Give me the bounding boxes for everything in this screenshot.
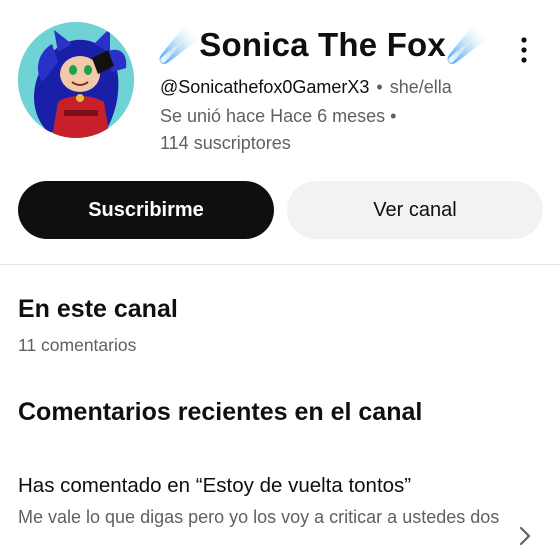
comments-count: 11 comentarios [18, 335, 137, 355]
channel-handle: @Sonicathefox0GamerX3 [160, 77, 370, 97]
subscribe-button[interactable]: Suscribirme [18, 181, 274, 239]
channel-preview-sheet: ☄️Sonica The Fox☄️ @Sonicathefox0GamerX3… [0, 0, 560, 560]
view-channel-button[interactable]: Ver canal [287, 181, 543, 239]
recent-comments-title: Comentarios recientes en el canal [18, 398, 423, 426]
channel-subscribers: 114 suscriptores [160, 133, 291, 153]
divider [0, 264, 560, 265]
avatar-image [18, 22, 134, 138]
comment-title: Has comentado en “Estoy de vuelta tontos… [18, 474, 412, 497]
channel-pronouns: she/ella [389, 77, 452, 97]
separator-dot: • [376, 77, 383, 97]
comment-list-item[interactable]: Has comentado en “Estoy de vuelta tontos… [0, 460, 560, 560]
channel-handle-line: @Sonicathefox0GamerX3 • she/ella [160, 77, 452, 98]
chevron-right-icon [516, 525, 534, 547]
channel-avatar[interactable] [18, 22, 134, 138]
channel-title: ☄️Sonica The Fox☄️ [158, 26, 488, 63]
more-vertical-icon[interactable] [512, 34, 536, 66]
channel-joined: Se unió hace Hace 6 meses • [160, 106, 397, 126]
comment-body: Me vale lo que digas pero yo los voy a c… [18, 507, 500, 527]
about-section-title: En este canal [18, 295, 178, 323]
